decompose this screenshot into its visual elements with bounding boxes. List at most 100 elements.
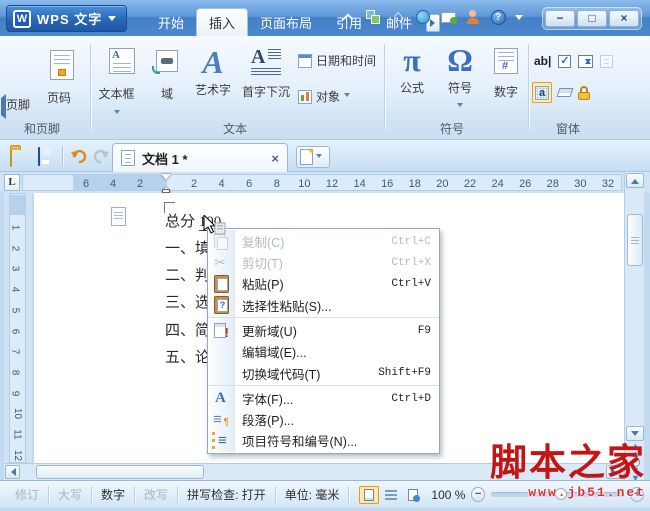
ruler-number: 12 xyxy=(12,450,23,461)
close-button[interactable]: × xyxy=(609,10,639,27)
ruler-number: 12 xyxy=(326,178,338,190)
zoom-in-button[interactable]: + xyxy=(630,487,644,502)
protect-form-lock-button[interactable] xyxy=(578,86,590,100)
ruler-number: 2 xyxy=(137,178,143,190)
number-button[interactable]: # 数字 xyxy=(486,48,526,100)
menu-item-edit-field[interactable]: 编辑域(E)... xyxy=(208,341,439,362)
status-unit[interactable]: 单位: 毫米 xyxy=(276,486,350,503)
horizontal-scrollbar[interactable] xyxy=(4,463,624,480)
ruler-number: 4 xyxy=(9,287,20,293)
combobox-form-field-button[interactable] xyxy=(578,55,593,68)
status-overtype[interactable]: 改写 xyxy=(135,486,178,503)
form-options-button[interactable] xyxy=(600,55,613,68)
menu-item-paste[interactable]: 粘贴(P) Ctrl+V xyxy=(208,273,439,294)
ruler-number: 18 xyxy=(409,178,421,190)
account-button[interactable] xyxy=(464,8,482,26)
minimize-button[interactable]: − xyxy=(545,10,575,27)
menu-item-cut[interactable]: 剪切(T) Ctrl+X xyxy=(208,252,439,273)
tab-stop-selector[interactable]: L xyxy=(4,174,20,191)
zoom-slider-thumb[interactable] xyxy=(555,488,567,500)
datetime-button[interactable]: 日期和时间 xyxy=(298,52,376,69)
outline-view-button[interactable] xyxy=(381,486,401,504)
title-bar: W WPS 文字 开始插入页面布局引用邮件 ⌂ ? − □ × xyxy=(0,0,650,36)
ruler-number: 8 xyxy=(274,178,280,190)
doc-line: 二、判 xyxy=(165,264,210,285)
symbol-button[interactable]: Ω 符号 xyxy=(438,42,482,115)
document-tab[interactable]: 文档 1 * × xyxy=(112,143,288,172)
scroll-left-button[interactable] xyxy=(5,465,20,479)
ruler-number: 11 xyxy=(12,429,23,439)
menu-item-toggle-field-codes[interactable]: 切换域代码(T) Shift+F9 xyxy=(208,362,439,386)
new-document-button[interactable]: ✦ xyxy=(296,146,330,168)
open-button[interactable] xyxy=(10,149,12,167)
tab-page-layout[interactable]: 页面布局 xyxy=(248,8,324,36)
wordart-button[interactable]: A 艺术字 xyxy=(190,44,236,98)
save-button[interactable] xyxy=(38,148,40,166)
help-button[interactable]: ? xyxy=(489,8,507,26)
menu-item-paragraph[interactable]: 段落(P)... xyxy=(208,409,439,430)
zoom-slider-track[interactable] xyxy=(491,492,624,497)
menu-item-update-field[interactable]: 更新域(U) F9 xyxy=(208,320,439,341)
status-track-changes[interactable]: 修订 xyxy=(6,486,49,503)
save-icon xyxy=(38,147,40,166)
field-button[interactable]: 域 xyxy=(152,50,182,102)
status-spellcheck[interactable]: 拼写检查: 打开 xyxy=(178,486,276,503)
vertical-scrollbar[interactable]: ▲▲ ▼▼ xyxy=(624,172,644,480)
switch-window-button[interactable] xyxy=(364,8,382,26)
redo-button[interactable] xyxy=(92,147,110,170)
scroll-down-button[interactable] xyxy=(626,426,644,441)
next-page-button[interactable]: ▼▼ xyxy=(628,468,642,480)
checkbox-form-field-button[interactable]: ✓ xyxy=(558,55,571,68)
menu-item-copy[interactable]: 复制(C) Ctrl+C xyxy=(208,231,439,252)
chevron-down-icon xyxy=(108,16,116,25)
scroll-up-button[interactable] xyxy=(626,173,644,188)
form-field-shading-button[interactable]: a xyxy=(532,82,552,103)
web-view-button[interactable] xyxy=(403,486,423,504)
dropcap-button[interactable]: A 首字下沉 xyxy=(240,46,292,100)
object-button[interactable]: 对象 xyxy=(298,88,350,105)
menu-item-bullets-numbering[interactable]: 项目符号和编号(N)... xyxy=(208,430,439,451)
zoom-out-button[interactable]: − xyxy=(471,487,485,502)
paste-icon xyxy=(212,275,230,292)
tab-insert[interactable]: 插入 xyxy=(196,8,248,36)
page-number-icon xyxy=(50,50,74,80)
page-number-button[interactable]: 页码 xyxy=(44,50,74,106)
ruler-number: 4 xyxy=(219,178,225,190)
menu-item-font[interactable]: 字体(F)... Ctrl+D xyxy=(208,388,439,409)
status-num-lock[interactable]: 数字 xyxy=(92,486,135,503)
group-label-symbols: 符号 xyxy=(392,120,512,137)
horizontal-ruler[interactable]: L 642 2468101214161820222426283032 xyxy=(0,172,650,193)
undo-button[interactable] xyxy=(70,147,88,170)
triangle-up-icon xyxy=(631,175,639,184)
help-dropdown-button[interactable] xyxy=(514,8,524,26)
horizontal-scrollbar-thumb[interactable] xyxy=(36,465,204,479)
collapse-ribbon-button[interactable] xyxy=(339,8,357,26)
ruler-number: 6 xyxy=(246,178,252,190)
formula-button[interactable]: π 公式 xyxy=(390,42,434,96)
window-controls: − □ × xyxy=(542,7,642,30)
ruler-number: 6 xyxy=(9,328,20,334)
eraser-icon[interactable] xyxy=(557,88,574,97)
previous-page-button[interactable]: ▲▲ xyxy=(628,444,642,456)
close-document-icon[interactable]: × xyxy=(271,151,279,166)
ruler-number: 30 xyxy=(574,178,586,190)
scroll-right-button[interactable] xyxy=(606,465,621,479)
vertical-ruler[interactable]: 123456789101112 xyxy=(4,193,32,465)
feedback-mail-button[interactable] xyxy=(439,8,457,26)
page-view-button[interactable] xyxy=(359,486,379,504)
new-document-icon: ✦ xyxy=(300,149,313,165)
browser-button[interactable] xyxy=(414,8,432,26)
tab-home[interactable]: 开始 xyxy=(146,8,196,36)
vertical-scrollbar-thumb[interactable] xyxy=(627,214,643,266)
group-label-header-footer: 和页脚 xyxy=(0,120,102,137)
home-button[interactable]: ⌂ xyxy=(389,8,407,26)
menu-item-paste-special[interactable]: 选择性粘贴(S)... xyxy=(208,294,439,318)
footer-button[interactable]: 页脚 xyxy=(6,96,30,113)
wps-menu-button[interactable]: W WPS 文字 xyxy=(6,5,127,32)
wps-writer-window: W WPS 文字 开始插入页面布局引用邮件 ⌂ ? − □ × 页脚 xyxy=(0,0,650,511)
text-form-field-button[interactable]: ab| xyxy=(534,54,551,68)
comment-document-icon[interactable] xyxy=(111,207,126,226)
textbox-button[interactable]: A 文本框 xyxy=(98,48,135,122)
maximize-button[interactable]: □ xyxy=(577,10,607,27)
status-caps-lock[interactable]: 大写 xyxy=(49,486,92,503)
